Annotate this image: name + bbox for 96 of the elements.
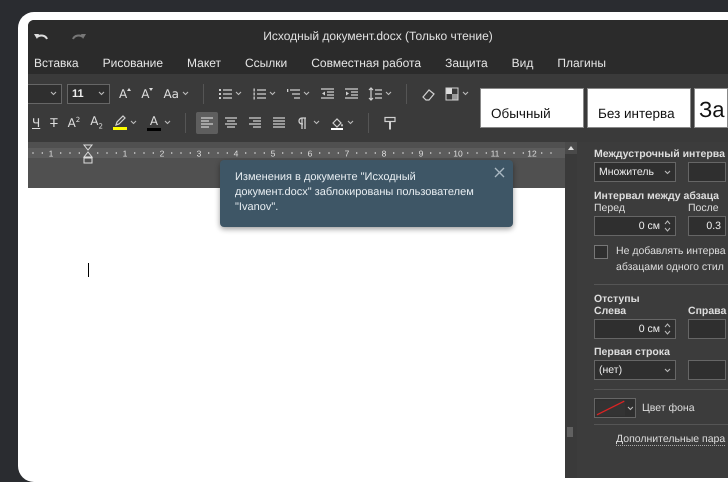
section-heading: Междустрочный интерва [594, 148, 726, 160]
window-title: Исходный документ.docx (Только чтение) [263, 29, 493, 43]
first-line-dropdown[interactable]: (нет) [594, 360, 676, 380]
ruler-number: 11 [490, 148, 500, 158]
ruler-number: 1 [122, 148, 128, 158]
line-spacing-field[interactable] [688, 162, 726, 182]
spinner-arrows-icon[interactable] [664, 322, 671, 336]
align-left-icon [200, 116, 214, 130]
subscript-button[interactable]: A$_{2}$ [86, 112, 107, 134]
field-label: После [688, 202, 720, 214]
caret-icon [235, 91, 242, 96]
advanced-settings-link[interactable]: Дополнительные пара [616, 433, 726, 446]
style-preset[interactable]: За [694, 88, 728, 128]
ruler-number: 8 [382, 148, 386, 158]
field-label: Первая строка [594, 346, 671, 358]
ruler-number: 6 [308, 148, 312, 158]
ruler-number: 10 [453, 148, 463, 158]
splitter-grip-icon[interactable] [567, 427, 573, 437]
ruler-number: 7 [344, 148, 350, 158]
right-indent-field[interactable] [688, 319, 726, 339]
ruler-number: 5 [270, 148, 276, 158]
undo-icon[interactable] [34, 31, 48, 41]
ruler-number: 12 [527, 148, 537, 158]
before-spin-field[interactable]: 0 см [594, 216, 676, 236]
checkbox[interactable] [594, 245, 608, 259]
caret-icon [664, 170, 671, 174]
paint-bucket-icon [330, 116, 344, 130]
paint-roller-icon [382, 116, 397, 130]
caret-icon [98, 91, 105, 96]
shrink-font-button[interactable]: A [137, 82, 158, 104]
caret-icon [130, 120, 137, 125]
align-center-icon [224, 116, 238, 130]
caret-icon [269, 91, 276, 96]
menu-tab[interactable]: Плагины [545, 52, 618, 74]
text-cursor [88, 263, 89, 277]
eraser-icon [421, 86, 435, 100]
align-right-icon [248, 116, 262, 130]
caret-icon [462, 91, 469, 96]
line-spacing-dropdown[interactable]: Множитель [594, 162, 676, 182]
background-color-dropdown[interactable] [594, 398, 636, 418]
caret-icon [164, 120, 171, 125]
caret-icon [182, 91, 189, 96]
justify-icon [272, 116, 286, 130]
grow-font-button[interactable]: A [115, 82, 136, 104]
caret-icon [664, 368, 671, 372]
font-size-dropdown[interactable]: 11 [67, 84, 110, 104]
decrease-indent-icon [320, 86, 334, 100]
change-case-button[interactable]: Aa [159, 82, 193, 104]
style-preset[interactable]: Без интерва [587, 88, 691, 128]
ruler-number: 9 [418, 148, 424, 158]
field-label: Перед [594, 202, 626, 214]
section-heading: Отступы [594, 293, 641, 305]
ruler-number: 1 [48, 148, 54, 158]
field-label: Цвет фона [642, 402, 695, 414]
left-indent-spin-field[interactable]: 0 см [594, 319, 676, 339]
checkbox-label: Не добавлять интерва абзацами одного стил [616, 244, 726, 275]
bullet-list-icon [218, 86, 232, 100]
caret-icon [627, 406, 634, 410]
field-label: Слева [594, 305, 628, 317]
caret-icon [385, 91, 392, 96]
multilevel-list-icon [286, 86, 300, 100]
field-label: Справа [688, 305, 726, 317]
section-heading: Интервал между абзаца [594, 190, 720, 202]
ruler-number: 2 [160, 148, 164, 158]
ruler-number: 3 [196, 148, 202, 158]
menu-tab[interactable]: Рисование [90, 52, 176, 74]
style-preset[interactable]: Обычный [480, 88, 584, 128]
menu-tab[interactable]: Совместная работа [299, 52, 434, 74]
menu-tab[interactable]: Макет [175, 52, 234, 74]
superscript-button[interactable]: A$^{2}$ [64, 112, 84, 134]
down-arrow-icon [149, 88, 154, 91]
caret-icon [50, 91, 57, 96]
after-spin-field[interactable]: 0.3 [688, 216, 726, 236]
line-spacing-icon [368, 86, 382, 100]
underline-button[interactable]: Ч [28, 112, 44, 134]
color-grid-icon [445, 86, 459, 100]
menu-tab[interactable]: Ссылки [233, 52, 300, 74]
notification-message: Изменения в документе "Исходный документ.docx" заблокированы пользователем "Ivanov". [235, 171, 474, 213]
menu-tab[interactable]: Вставка [28, 52, 91, 74]
align-left-button[interactable] [196, 112, 218, 134]
menu-tab[interactable]: Защита [433, 52, 500, 74]
spinner-arrows-icon[interactable] [664, 219, 671, 233]
numbered-list-icon [252, 86, 266, 100]
caret-icon [312, 120, 320, 125]
increase-indent-icon [344, 86, 358, 100]
strike-button[interactable]: Т [46, 112, 62, 134]
ruler-number: 4 [234, 148, 238, 158]
up-arrow-icon [127, 88, 132, 91]
caret-icon [346, 120, 354, 125]
first-line-field[interactable] [688, 360, 726, 380]
pen-icon [112, 115, 127, 126]
menu-tab[interactable]: Вид [500, 52, 546, 74]
font-color-button[interactable]: A [142, 112, 175, 134]
caret-icon [303, 91, 310, 96]
indent-marker-icon[interactable] [82, 144, 94, 164]
redo-icon[interactable] [72, 31, 86, 41]
